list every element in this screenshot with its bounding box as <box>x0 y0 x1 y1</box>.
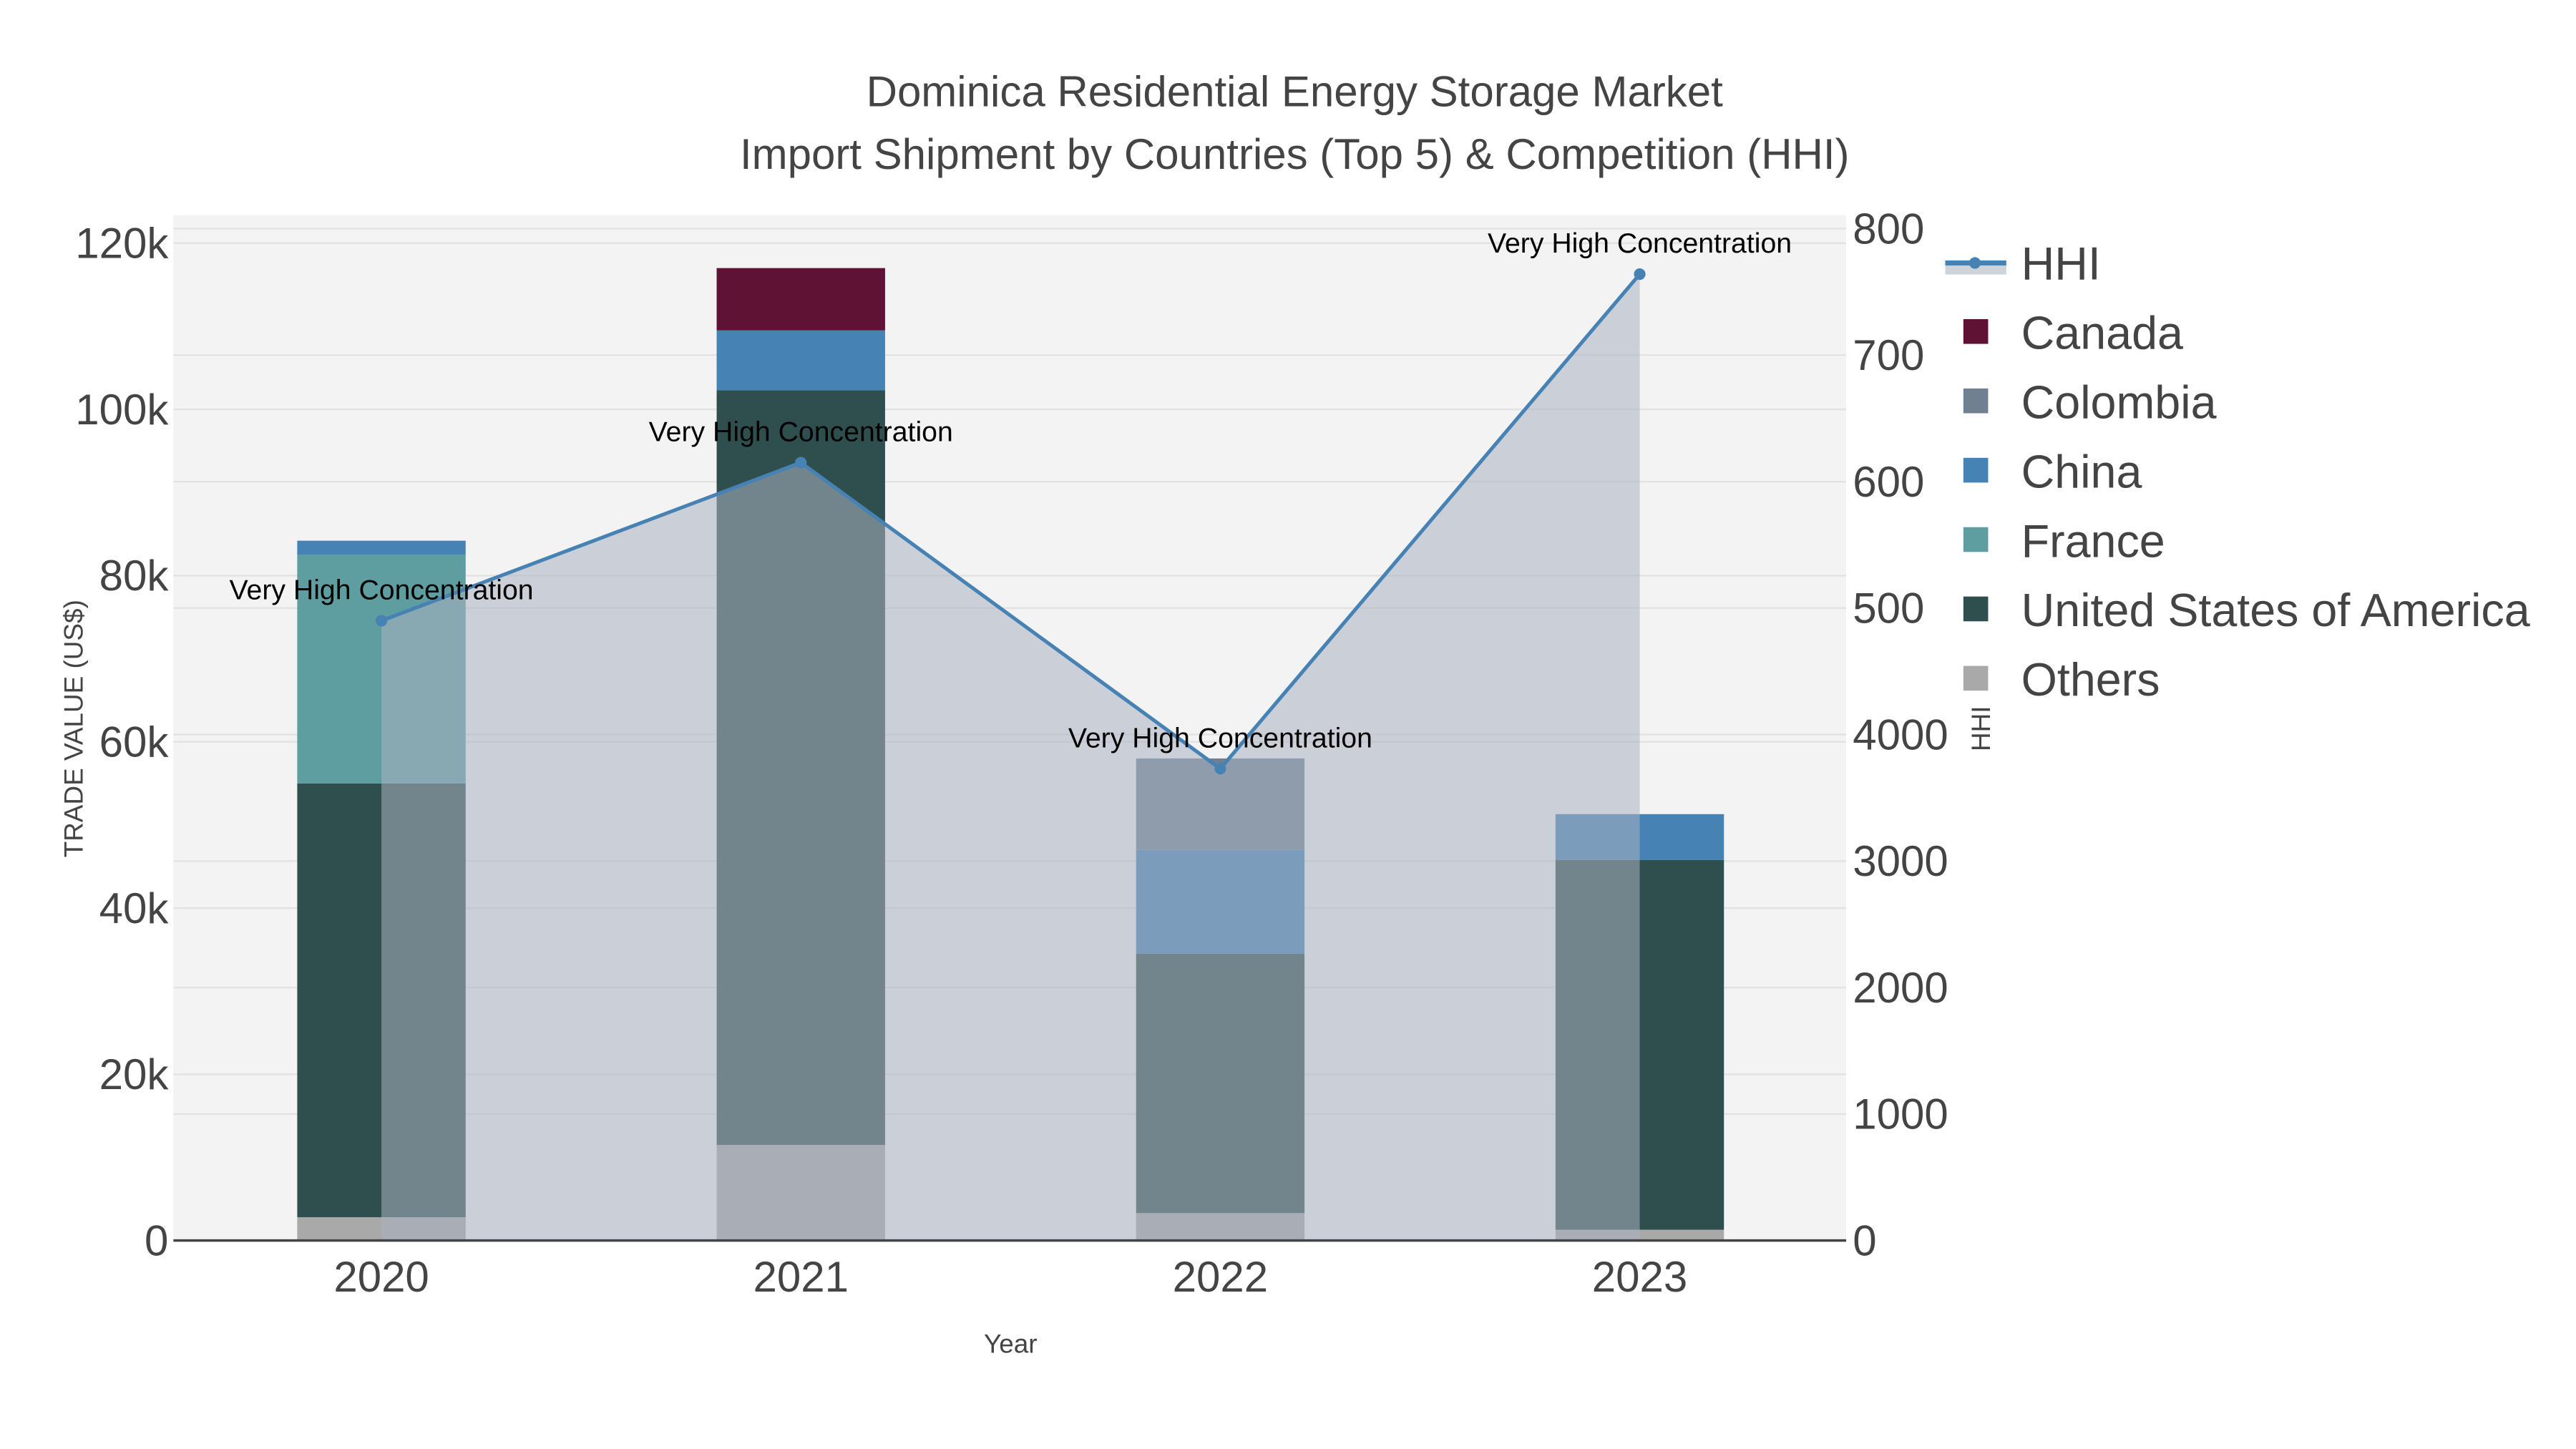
hhi-annotation: Very High Concentration <box>230 574 534 605</box>
y2-tick-label: 4000 <box>1853 711 1948 758</box>
legend-label: China <box>2021 446 2142 497</box>
bar-canada-2021[interactable] <box>716 268 885 331</box>
legend-item-canada[interactable]: Canada <box>1963 308 2183 359</box>
hhi-annotation: Very High Concentration <box>1488 228 1792 259</box>
y2-tick-label: 0 <box>1853 1216 1876 1264</box>
hhi-point-2023[interactable] <box>1634 268 1646 280</box>
hhi-annotation: Very High Concentration <box>1068 722 1372 753</box>
x-tick-label: 2021 <box>753 1253 848 1301</box>
legend-marker-icon <box>1968 257 1981 269</box>
y2-tick-label: 2000 <box>1853 964 1948 1012</box>
chart: Dominica Residential Energy Storage Mark… <box>59 67 2530 1359</box>
x-tick-label: 2023 <box>1592 1253 1687 1301</box>
y-tick-label: 0 <box>145 1216 168 1264</box>
y-tick-label: 20k <box>99 1050 170 1098</box>
legend-label: Colombia <box>2021 376 2217 428</box>
legend-item-hhi[interactable]: HHI <box>1945 238 2101 290</box>
bar-china-2020[interactable] <box>297 540 466 555</box>
y-tick-label: 80k <box>99 552 170 600</box>
y-tick-label: 60k <box>99 718 170 766</box>
y-tick-label: 120k <box>75 220 169 268</box>
bar-china-2021[interactable] <box>716 330 885 391</box>
x-tick-label: 2020 <box>333 1253 429 1301</box>
legend-swatch <box>1963 388 1989 414</box>
legend-item-france[interactable]: France <box>1963 515 2165 567</box>
legend-item-united-states-of-america[interactable]: United States of America <box>1963 585 2530 636</box>
hhi-point-2020[interactable] <box>376 615 388 627</box>
legend-swatch <box>1963 457 1989 483</box>
y2-tick-label: 1000 <box>1853 1091 1948 1138</box>
y2-tick-label: 800 <box>1853 205 1924 253</box>
legend-label: United States of America <box>2021 585 2530 636</box>
chart-title: Dominica Residential Energy Storage Mark… <box>867 67 1724 115</box>
chart-subtitle: Import Shipment by Countries (Top 5) & C… <box>740 130 1850 178</box>
legend-label: France <box>2021 515 2165 567</box>
x-tick-label: 2022 <box>1173 1253 1268 1301</box>
legend-label: Others <box>2021 654 2160 706</box>
y2-axis-title: HHI <box>1966 706 1996 751</box>
y2-tick-label: 500 <box>1853 585 1924 633</box>
legend-swatch <box>1963 527 1989 552</box>
y2-tick-label: 600 <box>1853 458 1924 506</box>
legend-swatch <box>1963 665 1989 691</box>
y-axis-title: TRADE VALUE (US$) <box>59 600 88 857</box>
legend-item-others[interactable]: Others <box>1963 654 2160 706</box>
legend-label: Canada <box>2021 308 2183 359</box>
legend-item-china[interactable]: China <box>1963 446 2142 497</box>
legend-label: HHI <box>2021 238 2101 290</box>
hhi-point-2022[interactable] <box>1214 763 1226 775</box>
legend-swatch <box>1963 596 1989 622</box>
y-tick-label: 100k <box>75 386 169 434</box>
y-tick-label: 40k <box>99 884 170 932</box>
hhi-point-2021[interactable] <box>795 457 807 469</box>
y2-tick-label: 3000 <box>1853 837 1948 885</box>
y2-tick-label: 700 <box>1853 331 1924 379</box>
x-axis-title: Year <box>984 1330 1038 1359</box>
hhi-annotation: Very High Concentration <box>649 416 953 448</box>
legend-swatch <box>1963 318 1989 344</box>
legend-item-colombia[interactable]: Colombia <box>1963 376 2217 428</box>
